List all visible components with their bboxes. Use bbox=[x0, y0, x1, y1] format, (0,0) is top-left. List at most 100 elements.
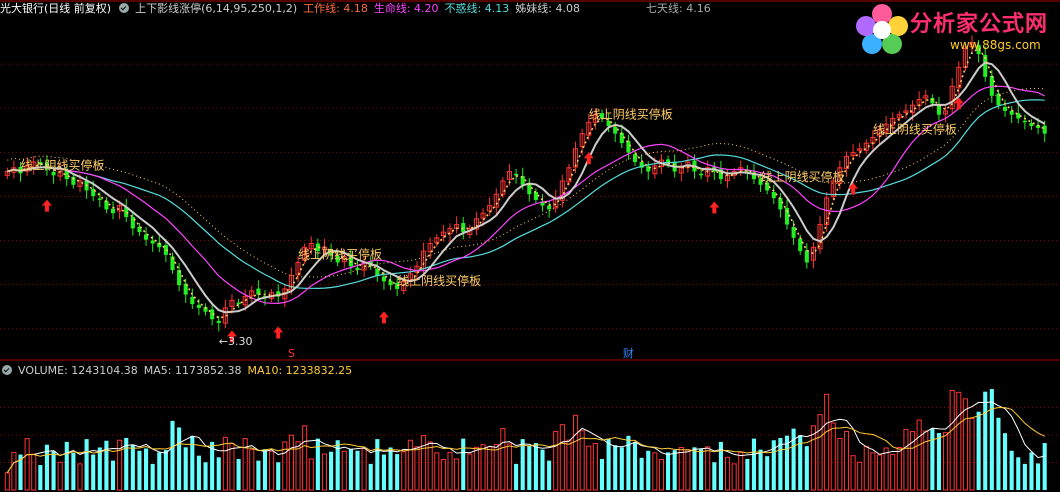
volume-bar-down bbox=[256, 460, 261, 490]
candle-body-down bbox=[619, 132, 624, 144]
volume-ma5-line bbox=[6, 401, 1045, 474]
volume-bar-up bbox=[830, 422, 836, 491]
ma10-value: MA10: 1233832.25 bbox=[247, 364, 353, 377]
volume-bar-up bbox=[269, 450, 275, 491]
volume-bar-up bbox=[943, 432, 949, 491]
volume-bar-down bbox=[381, 454, 386, 490]
indicator-name: 上下影线涨停(6,14,95,250,1,2) bbox=[135, 2, 298, 15]
volume-bar-up bbox=[890, 454, 896, 491]
buy-signal-label: 线上阴线买停板 bbox=[761, 169, 845, 184]
volume-bar-down bbox=[930, 428, 935, 490]
low-price-label: ←3.30 bbox=[219, 335, 253, 348]
volume-bar-up bbox=[579, 430, 585, 491]
candle-body-down bbox=[798, 238, 803, 252]
volume-bar-up bbox=[421, 435, 427, 491]
volume-bar-up bbox=[559, 424, 565, 491]
volume-bar-up bbox=[401, 451, 407, 491]
volume-bar-up bbox=[863, 445, 869, 491]
volume-bar-up bbox=[77, 463, 83, 491]
line-legend-2: 不惑线: 4.13 bbox=[444, 2, 510, 15]
candle-body-down bbox=[778, 198, 783, 210]
volume-bar-up bbox=[24, 438, 30, 491]
volume-bar-down bbox=[236, 458, 241, 490]
volume-bar-down bbox=[751, 438, 757, 490]
volume-bar-down bbox=[765, 456, 770, 490]
volume-bar-up bbox=[658, 458, 665, 491]
volume-bar-down bbox=[203, 462, 208, 490]
volume-bar-down bbox=[51, 451, 56, 490]
volume-bar-down bbox=[329, 451, 334, 490]
buy-signal-label: 线上阴线买停板 bbox=[21, 157, 105, 172]
volume-bar-down bbox=[606, 438, 611, 490]
volume-bar-down bbox=[150, 463, 155, 490]
candle-body-down bbox=[97, 198, 102, 200]
volume-bar-down bbox=[547, 460, 552, 490]
volume-bar-up bbox=[11, 451, 17, 491]
candle-body-down bbox=[236, 302, 241, 305]
volume-bar-down bbox=[745, 458, 750, 490]
volume-bar-up bbox=[566, 439, 572, 491]
volume-bar-up bbox=[427, 441, 433, 491]
candle-body-down bbox=[606, 120, 611, 127]
candle-body-down bbox=[547, 205, 552, 210]
volume-bar-down bbox=[791, 428, 796, 490]
volume-bar-down bbox=[666, 452, 671, 490]
logo-url: www.88gs.com bbox=[950, 38, 1041, 52]
candle-body-down bbox=[771, 191, 776, 199]
volume-bar-up bbox=[361, 447, 367, 491]
volume-bar-up bbox=[949, 390, 955, 491]
logo-title: 分析家公式网 bbox=[910, 12, 1049, 37]
seven-day-legend: 七天线: 4.16 bbox=[646, 2, 711, 15]
buy-arrow-icon bbox=[41, 199, 52, 212]
volume-ma10-line bbox=[6, 407, 1045, 474]
volume-bar-up bbox=[487, 446, 493, 491]
event-marker: 财 bbox=[623, 346, 634, 360]
volume-bar-up bbox=[962, 398, 968, 491]
volume-bar-down bbox=[395, 454, 400, 490]
candle-body-down bbox=[527, 184, 532, 195]
volume-bar-up bbox=[956, 391, 962, 491]
volume-bar-down bbox=[183, 447, 188, 490]
volume-bar-down bbox=[216, 457, 221, 490]
volume-settings-icon[interactable] bbox=[2, 365, 12, 375]
volume-bar-up bbox=[705, 446, 711, 491]
volume-bar-down bbox=[646, 450, 651, 490]
volume-bar-down bbox=[613, 445, 618, 490]
volume-bar-up bbox=[817, 414, 823, 491]
volume-bar-down bbox=[196, 455, 201, 490]
volume-bar-up bbox=[4, 472, 10, 491]
volume-bar-down bbox=[639, 457, 644, 490]
volume-bar-down bbox=[989, 389, 994, 490]
stock-name: 光大银行(日线 前复权) bbox=[0, 2, 112, 15]
indicator-settings-icon[interactable] bbox=[119, 3, 130, 13]
volume-bar-up bbox=[876, 454, 883, 491]
volume-bar-down bbox=[540, 449, 545, 490]
volume-bar-down bbox=[157, 452, 162, 490]
volume-bar-up bbox=[652, 452, 658, 491]
candle-body-down bbox=[626, 140, 631, 153]
volume-bar-up bbox=[473, 446, 479, 491]
volume-bar-down bbox=[527, 445, 532, 490]
volume-bar-up bbox=[969, 417, 975, 491]
site-logo: 分析家公式网 www.88gs.com bbox=[854, 2, 1054, 62]
volume-value: VOLUME: 1243104.38 bbox=[18, 364, 138, 377]
buy-signal-label: 线上阴线买停板 bbox=[397, 273, 481, 288]
volume-bar-up bbox=[493, 444, 499, 491]
candle-body-down bbox=[461, 223, 466, 233]
volume-bar-up bbox=[553, 430, 559, 491]
volume-bar-up bbox=[843, 430, 850, 491]
volume-bar-down bbox=[632, 442, 638, 490]
volume-bar-up bbox=[308, 458, 314, 491]
volume-bar-up bbox=[731, 463, 737, 491]
volume-bar-up bbox=[447, 451, 453, 491]
buy-arrow-icon bbox=[583, 152, 594, 165]
volume-bar-up bbox=[341, 450, 347, 491]
volume-bar-up bbox=[31, 453, 37, 491]
volume-bar-down bbox=[91, 454, 96, 490]
line-legend-3: 姊妹线: 4.08 bbox=[515, 2, 580, 15]
volume-bar-up bbox=[506, 443, 513, 491]
volume-bar-up bbox=[222, 436, 228, 491]
candle-body-down bbox=[1022, 120, 1027, 123]
volume-bar-up bbox=[824, 393, 830, 491]
volume-bar-up bbox=[573, 414, 579, 491]
